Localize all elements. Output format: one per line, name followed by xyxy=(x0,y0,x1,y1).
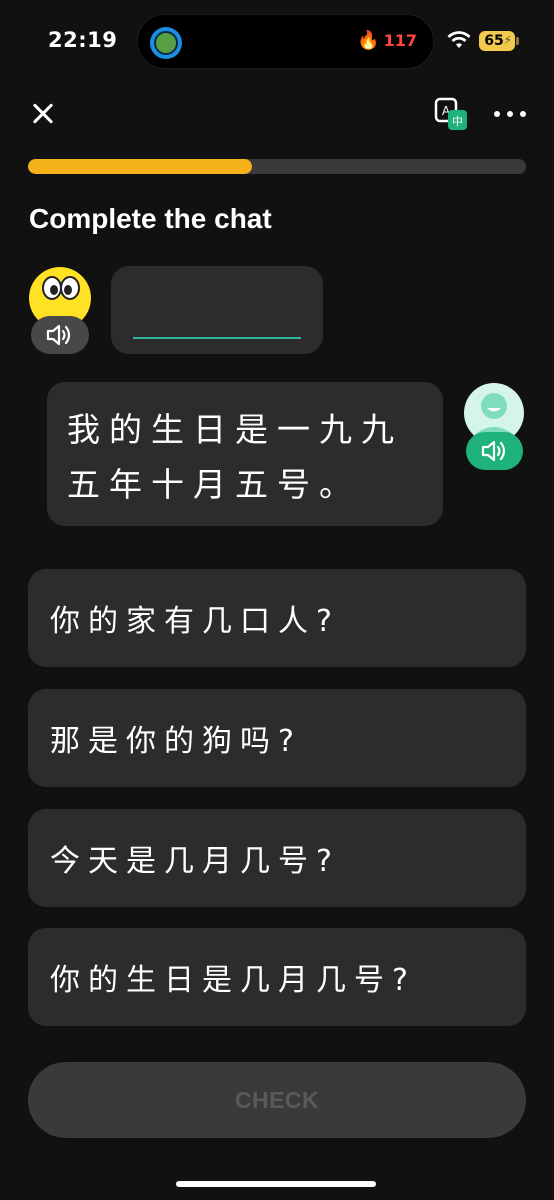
chat-bubble-prompt xyxy=(111,266,323,354)
play-audio-button-user[interactable] xyxy=(466,432,523,470)
answer-option-1[interactable]: 你的家有几口人? xyxy=(28,569,526,667)
more-options-button[interactable] xyxy=(494,100,526,128)
status-bar: 22:19 🔥 117 65 ⚡ xyxy=(0,0,554,84)
home-indicator[interactable] xyxy=(176,1181,376,1187)
flame-icon: 🔥 xyxy=(357,29,380,51)
answer-option-3[interactable]: 今天是几月几号? xyxy=(28,809,526,907)
check-button[interactable]: CHECK xyxy=(28,1062,526,1138)
translate-icon[interactable]: A 中 xyxy=(434,97,468,131)
app-activity-icon xyxy=(150,27,182,59)
page-title: Complete the chat xyxy=(29,203,272,234)
close-icon[interactable] xyxy=(28,98,60,130)
status-time: 22:19 xyxy=(48,28,118,52)
speaker-icon xyxy=(481,440,505,462)
progress-bar xyxy=(28,159,526,174)
play-audio-button[interactable] xyxy=(31,316,89,354)
svg-text:中: 中 xyxy=(452,115,463,128)
speaker-icon xyxy=(46,324,71,346)
streak-indicator: 🔥 117 xyxy=(357,31,417,50)
response-text: 我的生日是一九九五年十月五号。 xyxy=(67,410,403,504)
wifi-icon xyxy=(447,31,471,48)
battery-level: 65 xyxy=(484,33,504,49)
chat-bubble-response: 我的生日是一九九五年十月五号。 xyxy=(47,382,443,526)
streak-count: 117 xyxy=(383,31,417,50)
answer-option-2[interactable]: 那是你的狗吗? xyxy=(28,689,526,787)
battery-icon: 65 ⚡ xyxy=(479,31,519,51)
dynamic-island: 🔥 117 xyxy=(137,14,434,69)
answer-option-4[interactable]: 你的生日是几月几号? xyxy=(28,928,526,1026)
progress-fill xyxy=(28,159,253,174)
answer-blank xyxy=(133,337,301,339)
